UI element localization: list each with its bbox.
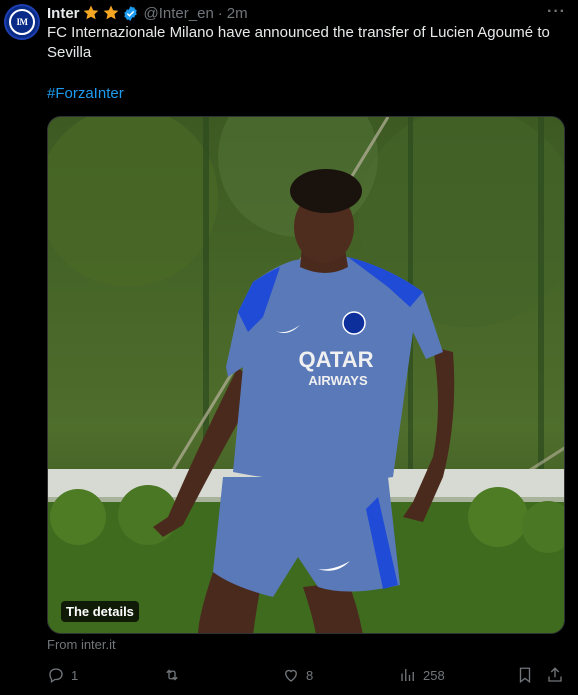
player-photo: QATAR AIRWAYS: [48, 117, 564, 633]
verified-icon[interactable]: [122, 4, 140, 22]
views-icon: [401, 669, 414, 681]
views-button[interactable]: 258: [399, 666, 445, 684]
action-bar: 1 8 258: [47, 666, 572, 686]
separator: ·: [217, 4, 223, 22]
avatar[interactable]: IM: [4, 4, 40, 40]
views-count: 258: [423, 667, 445, 683]
tweet-text: FC Internazionale Milano have announced …: [47, 24, 550, 61]
author-handle[interactable]: @Inter_en: [144, 5, 214, 22]
author-name[interactable]: Inter: [47, 5, 80, 22]
repost-icon: [166, 669, 178, 681]
share-icon: [548, 667, 562, 682]
repost-button[interactable]: [163, 666, 187, 684]
reply-button[interactable]: 1: [47, 666, 78, 684]
share-button[interactable]: [546, 666, 564, 684]
bookmark-icon: [519, 667, 531, 684]
tweet-media[interactable]: QATAR AIRWAYS The details: [47, 116, 565, 634]
more-icon[interactable]: ···: [547, 3, 566, 21]
link-source[interactable]: From inter.it: [47, 637, 116, 652]
like-count: 8: [306, 667, 314, 683]
tweet-header: Inter @Inter_en · 2m ···: [47, 3, 566, 23]
shirt-sponsor-subtext: AIRWAYS: [308, 373, 368, 388]
hashtag-link[interactable]: #ForzaInter: [47, 84, 124, 104]
like-button[interactable]: 8: [282, 666, 313, 684]
reply-count: 1: [71, 667, 79, 683]
reply-icon: [49, 668, 63, 684]
like-icon: [285, 669, 297, 682]
shirt-sponsor-text: QATAR: [299, 347, 374, 372]
bookmark-button[interactable]: [516, 666, 534, 684]
media-details-label[interactable]: The details: [61, 601, 139, 622]
star-icon: [102, 4, 120, 22]
timestamp[interactable]: 2m: [227, 5, 248, 22]
inter-logo-icon: IM: [9, 9, 35, 35]
star-icon: [82, 4, 100, 22]
